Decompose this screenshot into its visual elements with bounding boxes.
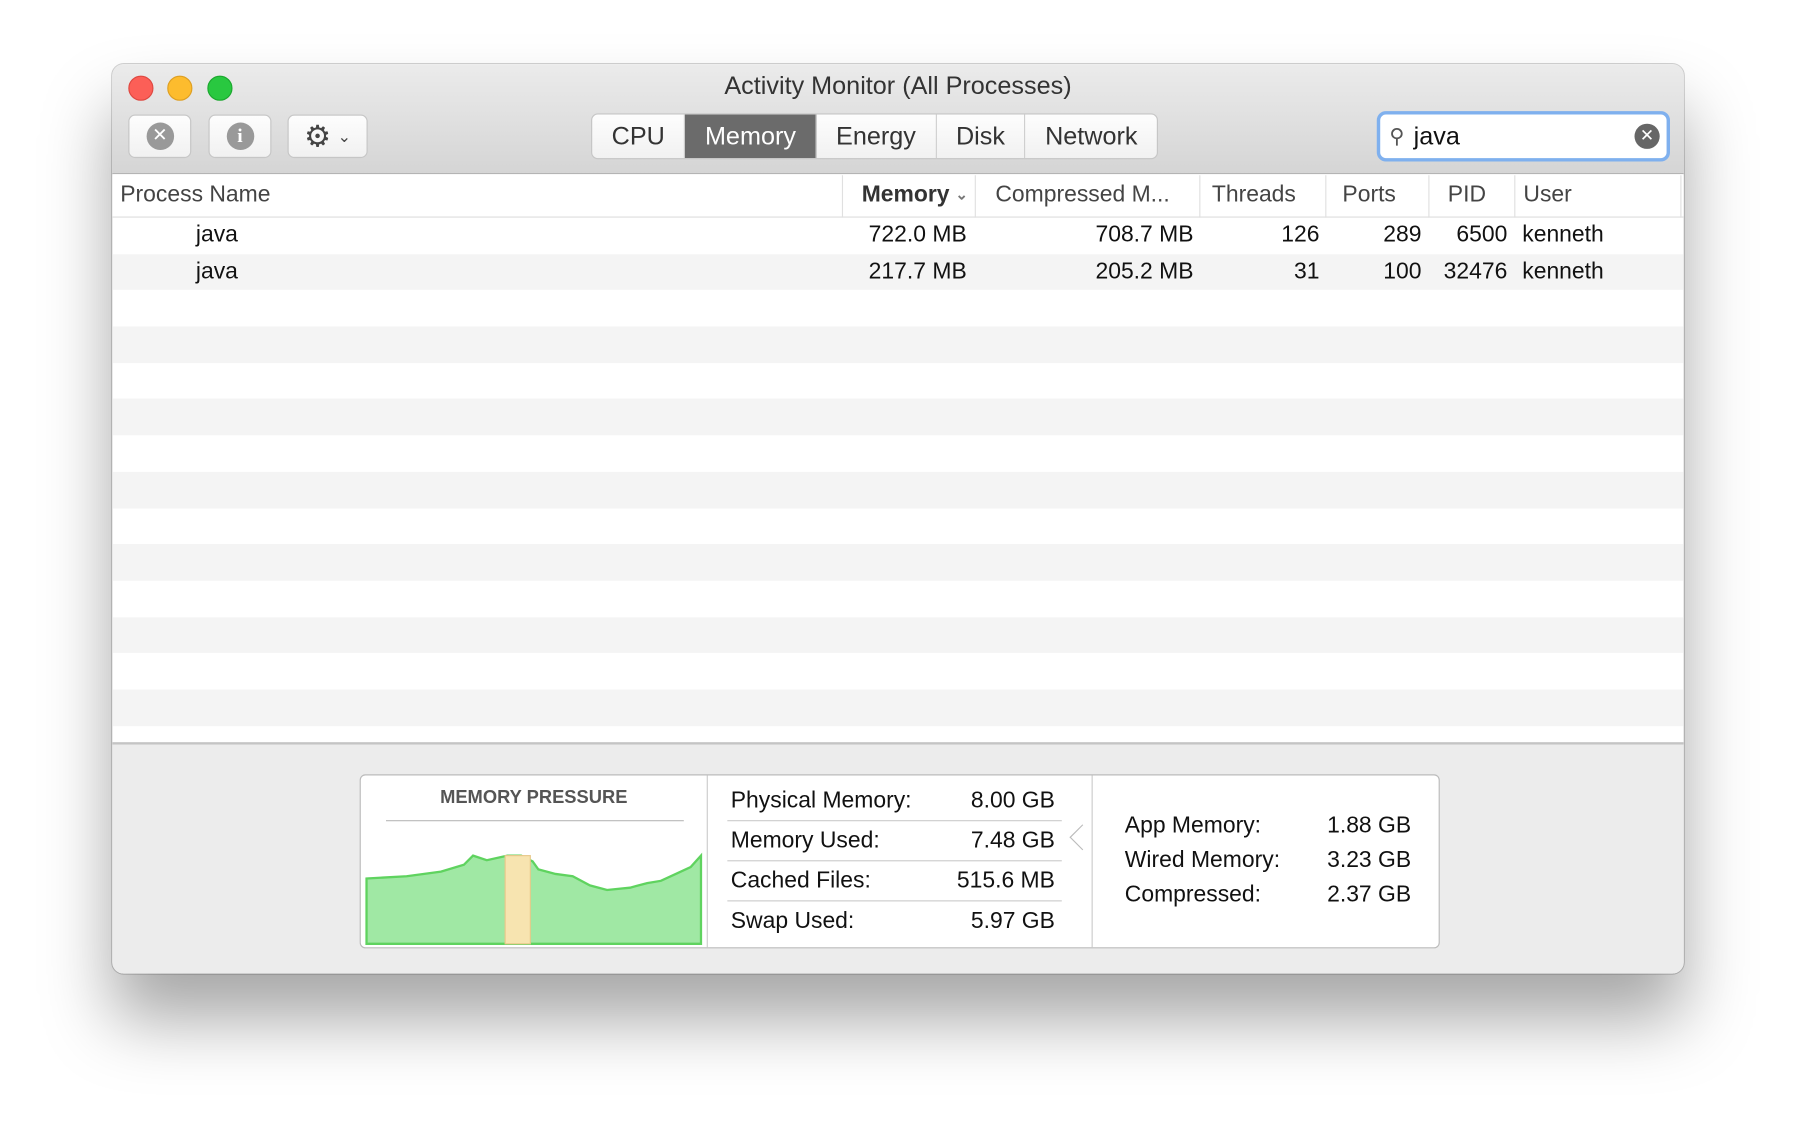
empty-row: [112, 435, 1684, 471]
stat-value: 8.00 GB: [970, 788, 1055, 814]
stat-row: Cached Files: 515.6 MB: [727, 861, 1062, 902]
ports-value: 100: [1383, 258, 1422, 284]
sort-descending-icon: ⌄: [955, 185, 968, 203]
memory-summary-panel: MEMORY PRESSURE Physical Memory: 8.00 GB M…: [112, 742, 1684, 974]
column-ports[interactable]: Ports: [1326, 175, 1430, 218]
memory-value: 217.7 MB: [868, 258, 967, 284]
table-row[interactable]: java 217.7 MB 205.2 MB 31 100 32476 kenn…: [112, 253, 1684, 291]
tab-network[interactable]: Network: [1026, 115, 1157, 159]
compressed-value: 708.7 MB: [1095, 222, 1194, 248]
tab-cpu[interactable]: CPU: [592, 114, 686, 159]
view-tabs: CPU Memory Energy Disk Network: [591, 113, 1159, 160]
empty-row: [112, 471, 1684, 508]
breakdown-row: Compressed: 2.37 GB: [1125, 882, 1411, 908]
table-header: Process Name Memory ⌄ Compressed M... Thr…: [112, 175, 1684, 218]
search-icon: ⚲: [1389, 124, 1405, 148]
stop-process-button[interactable]: ✕: [128, 114, 192, 159]
breakdown-label: App Memory:: [1124, 813, 1262, 839]
tab-energy[interactable]: Energy: [817, 114, 937, 159]
empty-row: [112, 290, 1684, 326]
tab-disk[interactable]: Disk: [937, 114, 1026, 159]
info-icon: i: [226, 122, 254, 151]
stat-label: Cached Files:: [730, 868, 871, 894]
stat-value: 515.6 MB: [956, 868, 1055, 894]
breakdown-row: Wired Memory: 3.23 GB: [1125, 848, 1411, 874]
memory-pressure-chart: [365, 852, 703, 945]
memory-stats-box: MEMORY PRESSURE Physical Memory: 8.00 GB M…: [359, 774, 1440, 949]
stat-label: Physical Memory:: [730, 788, 912, 814]
pid-value: 6500: [1456, 222, 1508, 248]
breakdown-row: App Memory: 1.88 GB: [1125, 813, 1411, 839]
title-bar: Activity Monitor (All Processes) ✕ i ⚙ ⌄ …: [112, 64, 1684, 175]
pressure-area: [365, 852, 703, 945]
pressure-highlight: [504, 855, 531, 945]
process-table: java 722.0 MB 708.7 MB 126 289 6500 kenn…: [112, 218, 1684, 743]
breakdown-value: 3.23 GB: [1327, 847, 1412, 873]
breakdown-label: Compressed:: [1124, 881, 1262, 908]
column-memory[interactable]: Memory ⌄: [843, 175, 976, 218]
inspect-process-button[interactable]: i: [208, 114, 272, 159]
memory-value: 722.0 MB: [868, 222, 967, 248]
memory-pressure-graph: MEMORY PRESSURE: [361, 775, 708, 948]
window-title: Activity Monitor (All Processes): [724, 71, 1072, 100]
column-process-name[interactable]: Process Name: [112, 175, 844, 218]
stat-value: 5.97 GB: [970, 908, 1055, 934]
clear-search-icon[interactable]: ✕: [1634, 123, 1660, 149]
stat-row: Swap Used: 5.97 GB: [727, 901, 1061, 941]
column-compressed-memory[interactable]: Compressed M...: [976, 175, 1201, 218]
threads-value: 31: [1294, 258, 1320, 284]
empty-row: [112, 399, 1684, 436]
empty-row: [112, 653, 1684, 689]
breakdown-value: 1.88 GB: [1327, 813, 1412, 839]
breakdown-label: Wired Memory:: [1124, 847, 1281, 873]
gear-icon: ⚙: [304, 118, 331, 153]
empty-row: [112, 581, 1684, 617]
process-name: java: [195, 222, 238, 248]
column-threads[interactable]: Threads: [1200, 175, 1327, 218]
ports-value: 289: [1383, 222, 1422, 248]
chevron-down-icon: ⌄: [337, 126, 352, 145]
empty-row: [112, 363, 1684, 399]
user-value: kenneth: [1522, 222, 1604, 248]
empty-row: [112, 544, 1684, 581]
empty-row: [112, 616, 1684, 654]
stat-label: Memory Used:: [730, 828, 880, 854]
x-circle-icon: ✕: [146, 122, 174, 151]
column-memory-label: Memory: [861, 182, 950, 208]
column-pid[interactable]: PID: [1429, 175, 1516, 218]
stat-label: Swap Used:: [730, 908, 855, 934]
process-name: java: [195, 258, 238, 284]
stat-row: Memory Used: 7.48 GB: [727, 821, 1062, 862]
empty-row: [112, 508, 1684, 544]
divider: [1091, 775, 1093, 948]
user-value: kenneth: [1522, 258, 1604, 284]
threads-value: 126: [1281, 222, 1320, 248]
search-input[interactable]: java: [1414, 121, 1460, 151]
pid-value: 32476: [1443, 258, 1508, 284]
empty-row: [112, 689, 1684, 726]
stat-value: 7.48 GB: [970, 828, 1055, 854]
column-user[interactable]: User: [1515, 175, 1682, 218]
activity-monitor-window: Activity Monitor (All Processes) ✕ i ⚙ ⌄ …: [112, 64, 1684, 974]
stat-row: Physical Memory: 8.00 GB: [727, 781, 1062, 822]
tab-memory[interactable]: Memory: [685, 114, 817, 159]
table-row[interactable]: java 722.0 MB 708.7 MB 126 289 6500 kenn…: [112, 218, 1684, 254]
empty-row: [112, 326, 1684, 363]
breakdown-value: 2.37 GB: [1327, 881, 1412, 908]
action-menu-button[interactable]: ⚙ ⌄: [287, 114, 368, 159]
search-field[interactable]: ⚲ java ✕: [1376, 111, 1671, 162]
compressed-value: 205.2 MB: [1095, 258, 1194, 284]
